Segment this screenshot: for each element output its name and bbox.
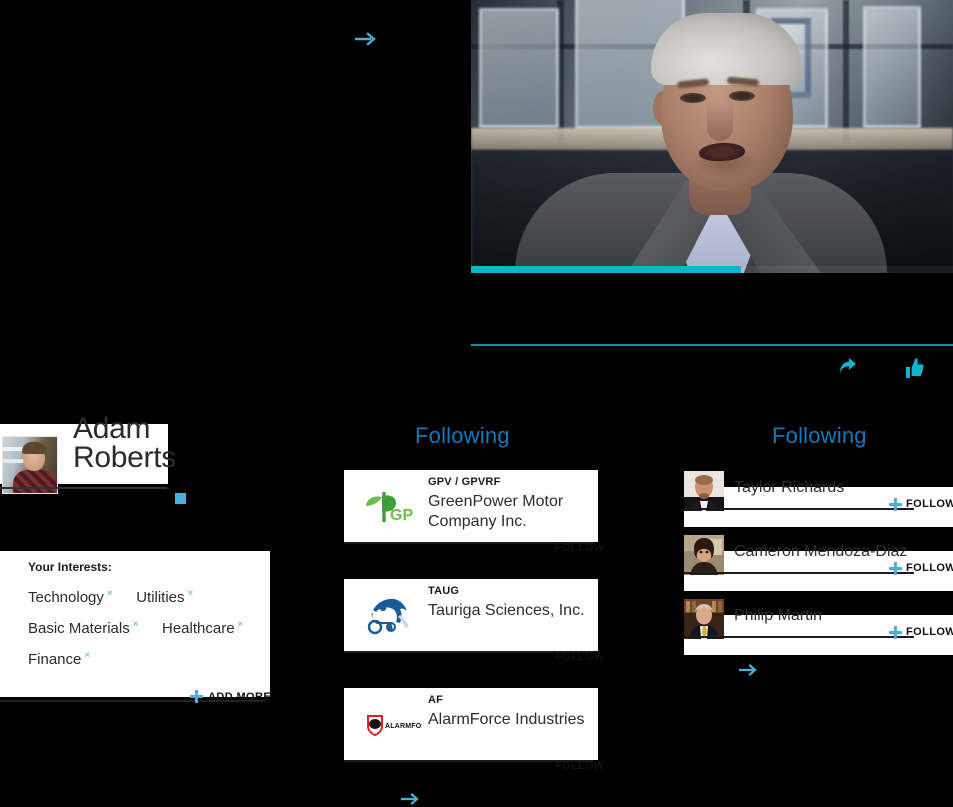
interest-label: Technology (28, 589, 104, 606)
person-card-underline (684, 636, 914, 638)
remove-interest-icon[interactable]: × (133, 619, 139, 630)
remove-interest-icon[interactable]: × (107, 588, 113, 599)
arrow-right-icon (738, 663, 757, 677)
company-card[interactable]: GP GPV / GPVRF GreenPower Motor Company … (344, 470, 598, 542)
company-follow-button[interactable]: FOLLOW (551, 759, 603, 773)
companies-more-arrow-button[interactable] (400, 791, 421, 807)
video-player[interactable] (471, 0, 953, 273)
profile-name-line2: Roberts (73, 441, 176, 474)
svg-text:ALARMFORCE: ALARMFORCE (385, 723, 422, 730)
video-progress-fill (471, 266, 741, 273)
interest-label: Healthcare (162, 620, 235, 637)
interests-title: Your Interests: (28, 560, 112, 574)
person-name: Philip Martin (734, 607, 823, 624)
people-following-heading: Following (772, 423, 867, 448)
interest-tag-utilities[interactable]: Utilities × (136, 588, 193, 606)
person-card-underline (684, 572, 914, 574)
share-arrow-icon (839, 358, 856, 375)
company-ticker: TAUG (428, 585, 460, 597)
interest-label: Utilities (136, 589, 185, 606)
person-follow-label: FOLLOW (906, 498, 953, 510)
company-name: Tauriga Sciences, Inc. (428, 602, 585, 619)
remove-interest-icon[interactable]: × (188, 588, 194, 599)
company-card[interactable]: ALARMFORCE AF AlarmForce Industries (344, 688, 598, 760)
avatar (2, 436, 58, 494)
plus-icon (889, 497, 902, 511)
interests-panel: Your Interests: Technology × Utilities × B… (0, 551, 270, 697)
tauriga-logo-icon (360, 591, 422, 639)
avatar (684, 471, 724, 511)
company-name: GreenPower Motor Company Inc. (428, 493, 564, 530)
page-title: Adam Roberts (73, 412, 176, 474)
company-name: AlarmForce Industries (428, 711, 585, 728)
interest-tag-technology[interactable]: Technology × (28, 588, 113, 606)
arrow-right-icon (354, 32, 376, 46)
interests-row-3: Finance × (28, 650, 95, 669)
profile-card[interactable]: Adam Roberts (0, 414, 176, 494)
person-follow-button[interactable]: FOLLOW (889, 625, 953, 639)
profile-name-line1: Adam (73, 412, 151, 445)
person-name: Cameron Mendoza-Diaz (734, 543, 908, 560)
person-follow-button[interactable]: FOLLOW (889, 497, 953, 511)
like-button[interactable] (906, 358, 924, 378)
person-follow-button[interactable]: FOLLOW (889, 561, 953, 575)
interest-tag-finance[interactable]: Finance × (28, 650, 90, 668)
avatar (684, 535, 724, 575)
profile-card-underline (0, 487, 167, 489)
arrow-right-icon (400, 792, 419, 806)
page-root: Adam Roberts Your Interests: Technology ×… (0, 0, 953, 807)
add-more-label: ADD MORE (208, 690, 272, 703)
company-ticker: AF (428, 694, 444, 706)
company-follow-label: FOLLOW (555, 651, 603, 663)
share-button[interactable] (838, 358, 858, 378)
interest-tag-basic-materials[interactable]: Basic Materials × (28, 619, 139, 637)
interest-label: Finance (28, 651, 82, 668)
content-divider (471, 344, 953, 346)
interests-row-1: Technology × Utilities × (28, 588, 198, 607)
people-more-arrow-button[interactable] (738, 662, 759, 678)
interest-label: Basic Materials (28, 620, 130, 637)
video-progress-track[interactable] (471, 266, 953, 273)
companies-following-heading: Following (415, 423, 510, 448)
company-ticker: GPV / GPVRF (428, 476, 501, 488)
company-follow-button[interactable]: FOLLOW (551, 650, 603, 664)
greenpower-logo-icon: GP (360, 482, 422, 530)
company-follow-label: FOLLOW (555, 760, 603, 772)
company-follow-button[interactable]: FOLLOW (551, 541, 603, 555)
person-name: Taylor Richards (734, 479, 845, 496)
plus-icon (190, 690, 203, 703)
person-follow-label: FOLLOW (906, 562, 953, 574)
alarmforce-logo-icon: ALARMFORCE (360, 700, 437, 748)
svg-text:GP: GP (390, 507, 413, 524)
thumbs-up-icon (906, 358, 924, 378)
interests-row-2: Basic Materials × Healthcare × (28, 619, 248, 638)
add-more-button[interactable]: ADD MORE (190, 690, 271, 703)
remove-interest-icon[interactable]: × (238, 619, 244, 630)
accent-square-marker[interactable] (175, 493, 186, 504)
company-follow-label: FOLLOW (555, 542, 603, 554)
plus-icon (889, 561, 902, 575)
plus-icon (889, 625, 902, 639)
person-card-underline (684, 508, 914, 510)
avatar (684, 599, 724, 639)
video-subject (515, 0, 887, 273)
interest-tag-healthcare[interactable]: Healthcare × (162, 619, 243, 637)
remove-interest-icon[interactable]: × (84, 650, 90, 661)
person-follow-label: FOLLOW (906, 626, 953, 638)
top-next-arrow-button[interactable] (354, 30, 377, 48)
company-card[interactable]: TAUG Tauriga Sciences, Inc. (344, 579, 598, 651)
